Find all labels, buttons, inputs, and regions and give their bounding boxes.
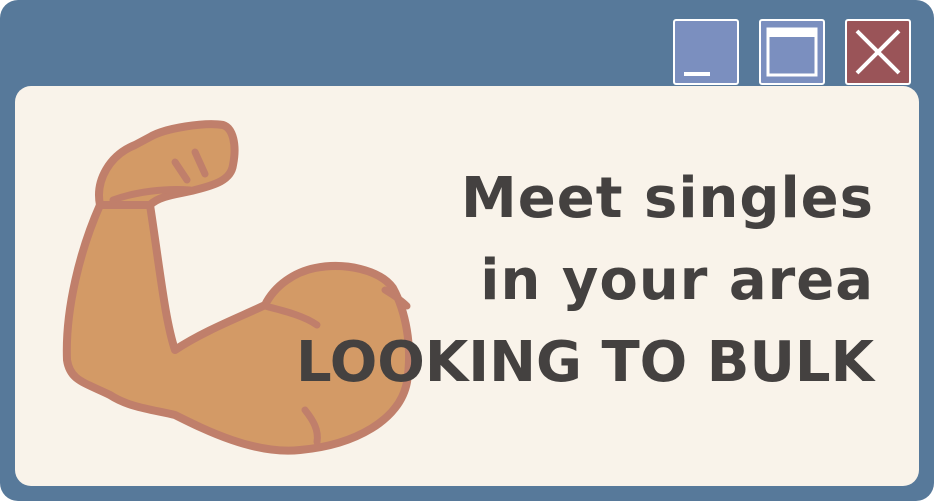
headline-line-3: LOOKING TO BULK [296,330,874,395]
ad-headline: Meet singles in your area LOOKING TO BUL… [154,158,874,404]
close-button[interactable] [845,19,911,85]
headline-line-2: in your area [480,248,874,313]
minimize-icon [684,72,710,76]
headline-line-1: Meet singles [461,166,874,231]
minimize-button[interactable] [673,19,739,85]
popup-window: Meet singles in your area LOOKING TO BUL… [0,0,934,501]
close-icon [855,29,901,75]
maximize-button[interactable] [759,19,825,85]
maximize-icon [766,27,818,77]
